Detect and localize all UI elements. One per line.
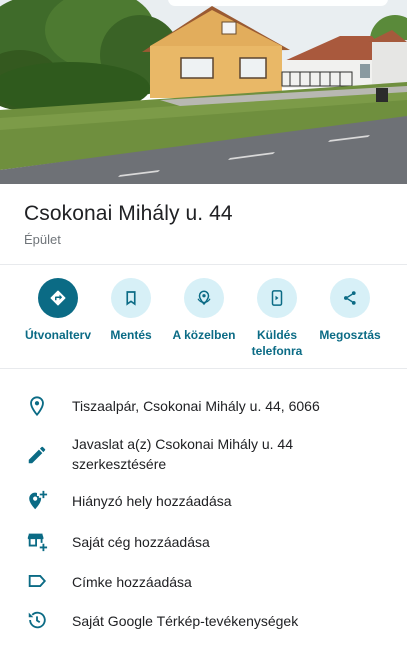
add-place-icon [26,489,48,511]
bookmark-icon [111,278,151,318]
directions-button[interactable]: Útvonalterv [18,278,98,343]
directions-label: Útvonalterv [24,328,92,342]
directions-icon [38,278,78,318]
add-label-text: Címke hozzáadása [72,574,192,590]
street-view-photo[interactable] [0,0,407,184]
share-button[interactable]: Megosztás [310,278,390,343]
add-business-icon [26,530,48,552]
add-missing-place-text: Hiányzó hely hozzáadása [72,493,232,509]
place-category: Épület [24,232,61,247]
nearby-label: A közelben [172,328,236,342]
send-to-phone-button[interactable]: Küldés telefonra [237,278,317,359]
add-business-text: Saját cég hozzáadása [72,534,210,550]
send-to-phone-label: Küldés telefonra [251,328,303,358]
share-icon [330,278,370,318]
place-title: Csokonai Mihály u. 44 [24,202,233,225]
share-label: Megosztás [319,328,381,342]
divider [0,264,407,265]
history-icon [26,609,48,631]
place-header: Csokonai Mihály u. 44 Épület [24,200,394,249]
nearby-button[interactable]: A közelben [164,278,244,343]
save-button[interactable]: Mentés [91,278,171,343]
send-to-phone-icon [257,278,297,318]
pencil-icon [26,444,48,466]
address-text: Tiszaalpár, Csokonai Mihály u. 44, 6066 [72,398,320,414]
location-pin-icon [26,395,48,417]
nearby-icon [184,278,224,318]
label-icon [26,570,48,592]
maps-activity-text: Saját Google Térkép-tevékenységek [72,613,299,629]
suggest-edit-text: Javaslat a(z) Csokonai Mihály u. 44 szer… [72,436,293,472]
divider [0,368,407,369]
action-bar: Útvonalterv Mentés A közelben Küldés tel… [0,278,407,362]
save-label: Mentés [110,328,152,342]
